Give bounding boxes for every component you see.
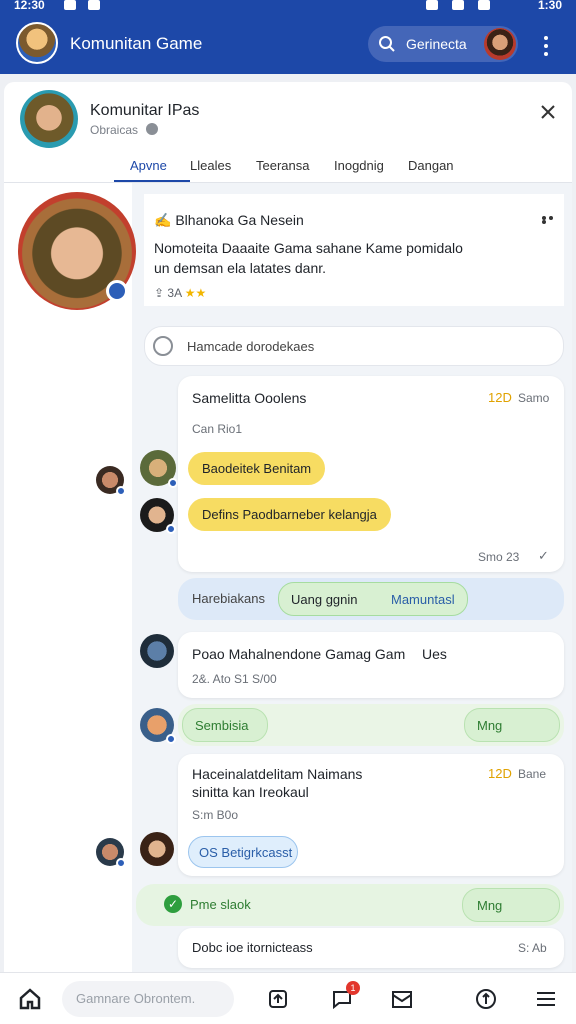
message-title: Dobc ioe itornicteass xyxy=(192,940,313,955)
more-vertical-icon[interactable] xyxy=(538,34,554,56)
message-footer: Smo 23 xyxy=(478,550,520,564)
message-count: 12D xyxy=(488,766,512,781)
info-icon xyxy=(146,123,158,135)
star-icon: ★★ xyxy=(184,286,207,300)
community-title: Komunitar IPas xyxy=(90,102,200,119)
status-pill-link[interactable]: Mamuntasl xyxy=(391,592,455,607)
status-time: 12:30 xyxy=(14,0,45,12)
app-bar: Komunitan Game Gerinecta xyxy=(0,14,576,74)
more-horizontal-icon[interactable] xyxy=(542,216,560,224)
message-title: Samelitta Ooolens xyxy=(192,390,307,406)
notification-badge: 1 xyxy=(346,981,360,995)
profile-avatar[interactable] xyxy=(484,28,516,60)
message-title: Haceinalatdelitam Naimans xyxy=(192,766,363,782)
verified-badge xyxy=(106,280,128,302)
user-avatar[interactable] xyxy=(140,450,178,488)
community-avatar xyxy=(20,90,78,148)
message-suffix: Ues xyxy=(422,646,447,662)
status-label: Harebiakans xyxy=(192,591,265,606)
search-text: Gerinecta xyxy=(406,36,467,52)
tab-3[interactable]: Inogdnig xyxy=(334,158,384,173)
message-meta: S: Ab xyxy=(518,941,547,955)
notification-icon xyxy=(64,0,76,10)
user-avatar[interactable] xyxy=(96,838,126,868)
search-bar[interactable]: Gerinecta xyxy=(368,26,518,62)
post: ✍ Blhanoka Ga Nesein Nomoteita Daaaite G… xyxy=(144,194,564,306)
post-text-line: un demsan ela latates danr. xyxy=(154,260,327,276)
app-logo[interactable] xyxy=(16,22,58,64)
message-label: Samo xyxy=(518,391,550,405)
post-author[interactable]: ✍ Blhanoka Ga Nesein xyxy=(154,212,304,229)
app-title: Komunitan Game xyxy=(70,34,203,53)
message-card[interactable]: Poao Mahalnendone Gamag Gam Ues 2&. Ato … xyxy=(178,632,564,698)
tab-4[interactable]: Dangan xyxy=(408,158,454,173)
battery-icon xyxy=(478,0,490,10)
tag-pill[interactable]: OS Betigrkcasst xyxy=(188,836,298,868)
green-pill-right-label: Mng xyxy=(477,718,503,733)
community-subtitle: Obraicas xyxy=(90,123,139,137)
status-row[interactable]: Harebiakans Uang ggnin Mamuntasl xyxy=(178,578,564,620)
status-bar: 12:30 1:30 xyxy=(0,0,576,14)
post-author-suffix: Ga Nesein xyxy=(237,212,304,228)
user-avatar[interactable] xyxy=(96,466,126,496)
status-time-right: 1:30 xyxy=(537,0,562,12)
green-row[interactable]: Sembisia Mng xyxy=(178,704,564,746)
check-icon: ✓ xyxy=(538,548,549,563)
post-author-name: Blhanoka xyxy=(175,212,234,228)
message-title-line2: sinitta kan Ireokaul xyxy=(192,784,309,800)
status-pill-text: Uang ggnin xyxy=(291,592,358,607)
reply-bubble[interactable]: Defins Paodbarneber kelangja xyxy=(188,498,391,531)
compose-input[interactable]: Gamnare Obrontem. xyxy=(62,981,234,1017)
post-stat-count: 3A xyxy=(167,286,182,300)
wifi-icon xyxy=(426,0,438,10)
tab-2[interactable]: Teeransa xyxy=(256,158,309,173)
tab-1[interactable]: Lleales xyxy=(190,158,231,173)
green-pill-label: Sembisia xyxy=(195,718,249,733)
message-meta: 2&. Ato S1 S/00 xyxy=(192,672,277,686)
upload-icon[interactable] xyxy=(266,987,290,1011)
check-circle-icon xyxy=(153,336,173,356)
tab-0[interactable]: Apvne xyxy=(130,158,167,173)
user-avatar[interactable] xyxy=(140,832,174,866)
post-text-line: Nomoteita Daaaite Gama sahane Kame pomid… xyxy=(154,240,463,256)
green-pill-right[interactable]: Mng xyxy=(464,708,560,742)
notification-icon xyxy=(88,0,100,10)
message-card[interactable]: Dobc ioe itornicteass S: Ab xyxy=(178,928,564,968)
reply-bubble[interactable]: Baodeitek Benitam xyxy=(188,452,326,485)
done-pill-label: Mng xyxy=(477,898,503,913)
search-icon xyxy=(379,36,395,52)
inbox-icon[interactable] xyxy=(390,987,414,1011)
share-icon[interactable]: ⇪ xyxy=(154,286,164,300)
close-icon[interactable] xyxy=(538,102,558,122)
status-pill[interactable]: Uang ggnin Mamuntasl xyxy=(278,582,468,616)
message-meta: S:m B0o xyxy=(192,808,239,822)
check-circle-icon: ✓ xyxy=(164,895,182,913)
user-avatar[interactable] xyxy=(140,708,176,744)
user-avatar[interactable] xyxy=(140,498,176,534)
prompt-row[interactable]: Hamcade dorodekaes xyxy=(144,326,564,366)
post-stats: ⇪ 3A ★★ xyxy=(154,286,206,300)
message-title: Poao Mahalnendone Gamag Gam xyxy=(192,646,406,662)
compass-icon[interactable] xyxy=(474,987,498,1011)
bottom-navigation: Gamnare Obrontem. 1 xyxy=(0,972,576,1024)
community-sheet: Komunitar IPas Obraicas Apvne Lleales Te… xyxy=(4,82,572,972)
signal-icon xyxy=(452,0,464,10)
menu-icon[interactable] xyxy=(534,987,558,1011)
post-name-prefix: ✍ xyxy=(154,212,172,228)
user-avatar[interactable] xyxy=(140,634,174,668)
done-pill[interactable]: Mng xyxy=(462,888,560,922)
post-text: Nomoteita Daaaite Gama sahane Kame pomid… xyxy=(154,238,514,278)
message-meta: Can Rio1 xyxy=(192,422,243,436)
prompt-text: Hamcade dorodekaes xyxy=(187,339,315,354)
tag-pill-text: OS Betigrkcasst xyxy=(199,845,293,860)
message-count: 12D xyxy=(488,390,512,405)
compose-placeholder: Gamnare Obrontem. xyxy=(76,991,196,1006)
home-icon[interactable] xyxy=(18,987,42,1011)
done-label: Pme slaok xyxy=(190,897,251,912)
done-row[interactable]: ✓ Pme slaok Mng xyxy=(136,884,564,926)
green-pill[interactable]: Sembisia xyxy=(182,708,268,742)
message-label: Bane xyxy=(518,767,547,781)
